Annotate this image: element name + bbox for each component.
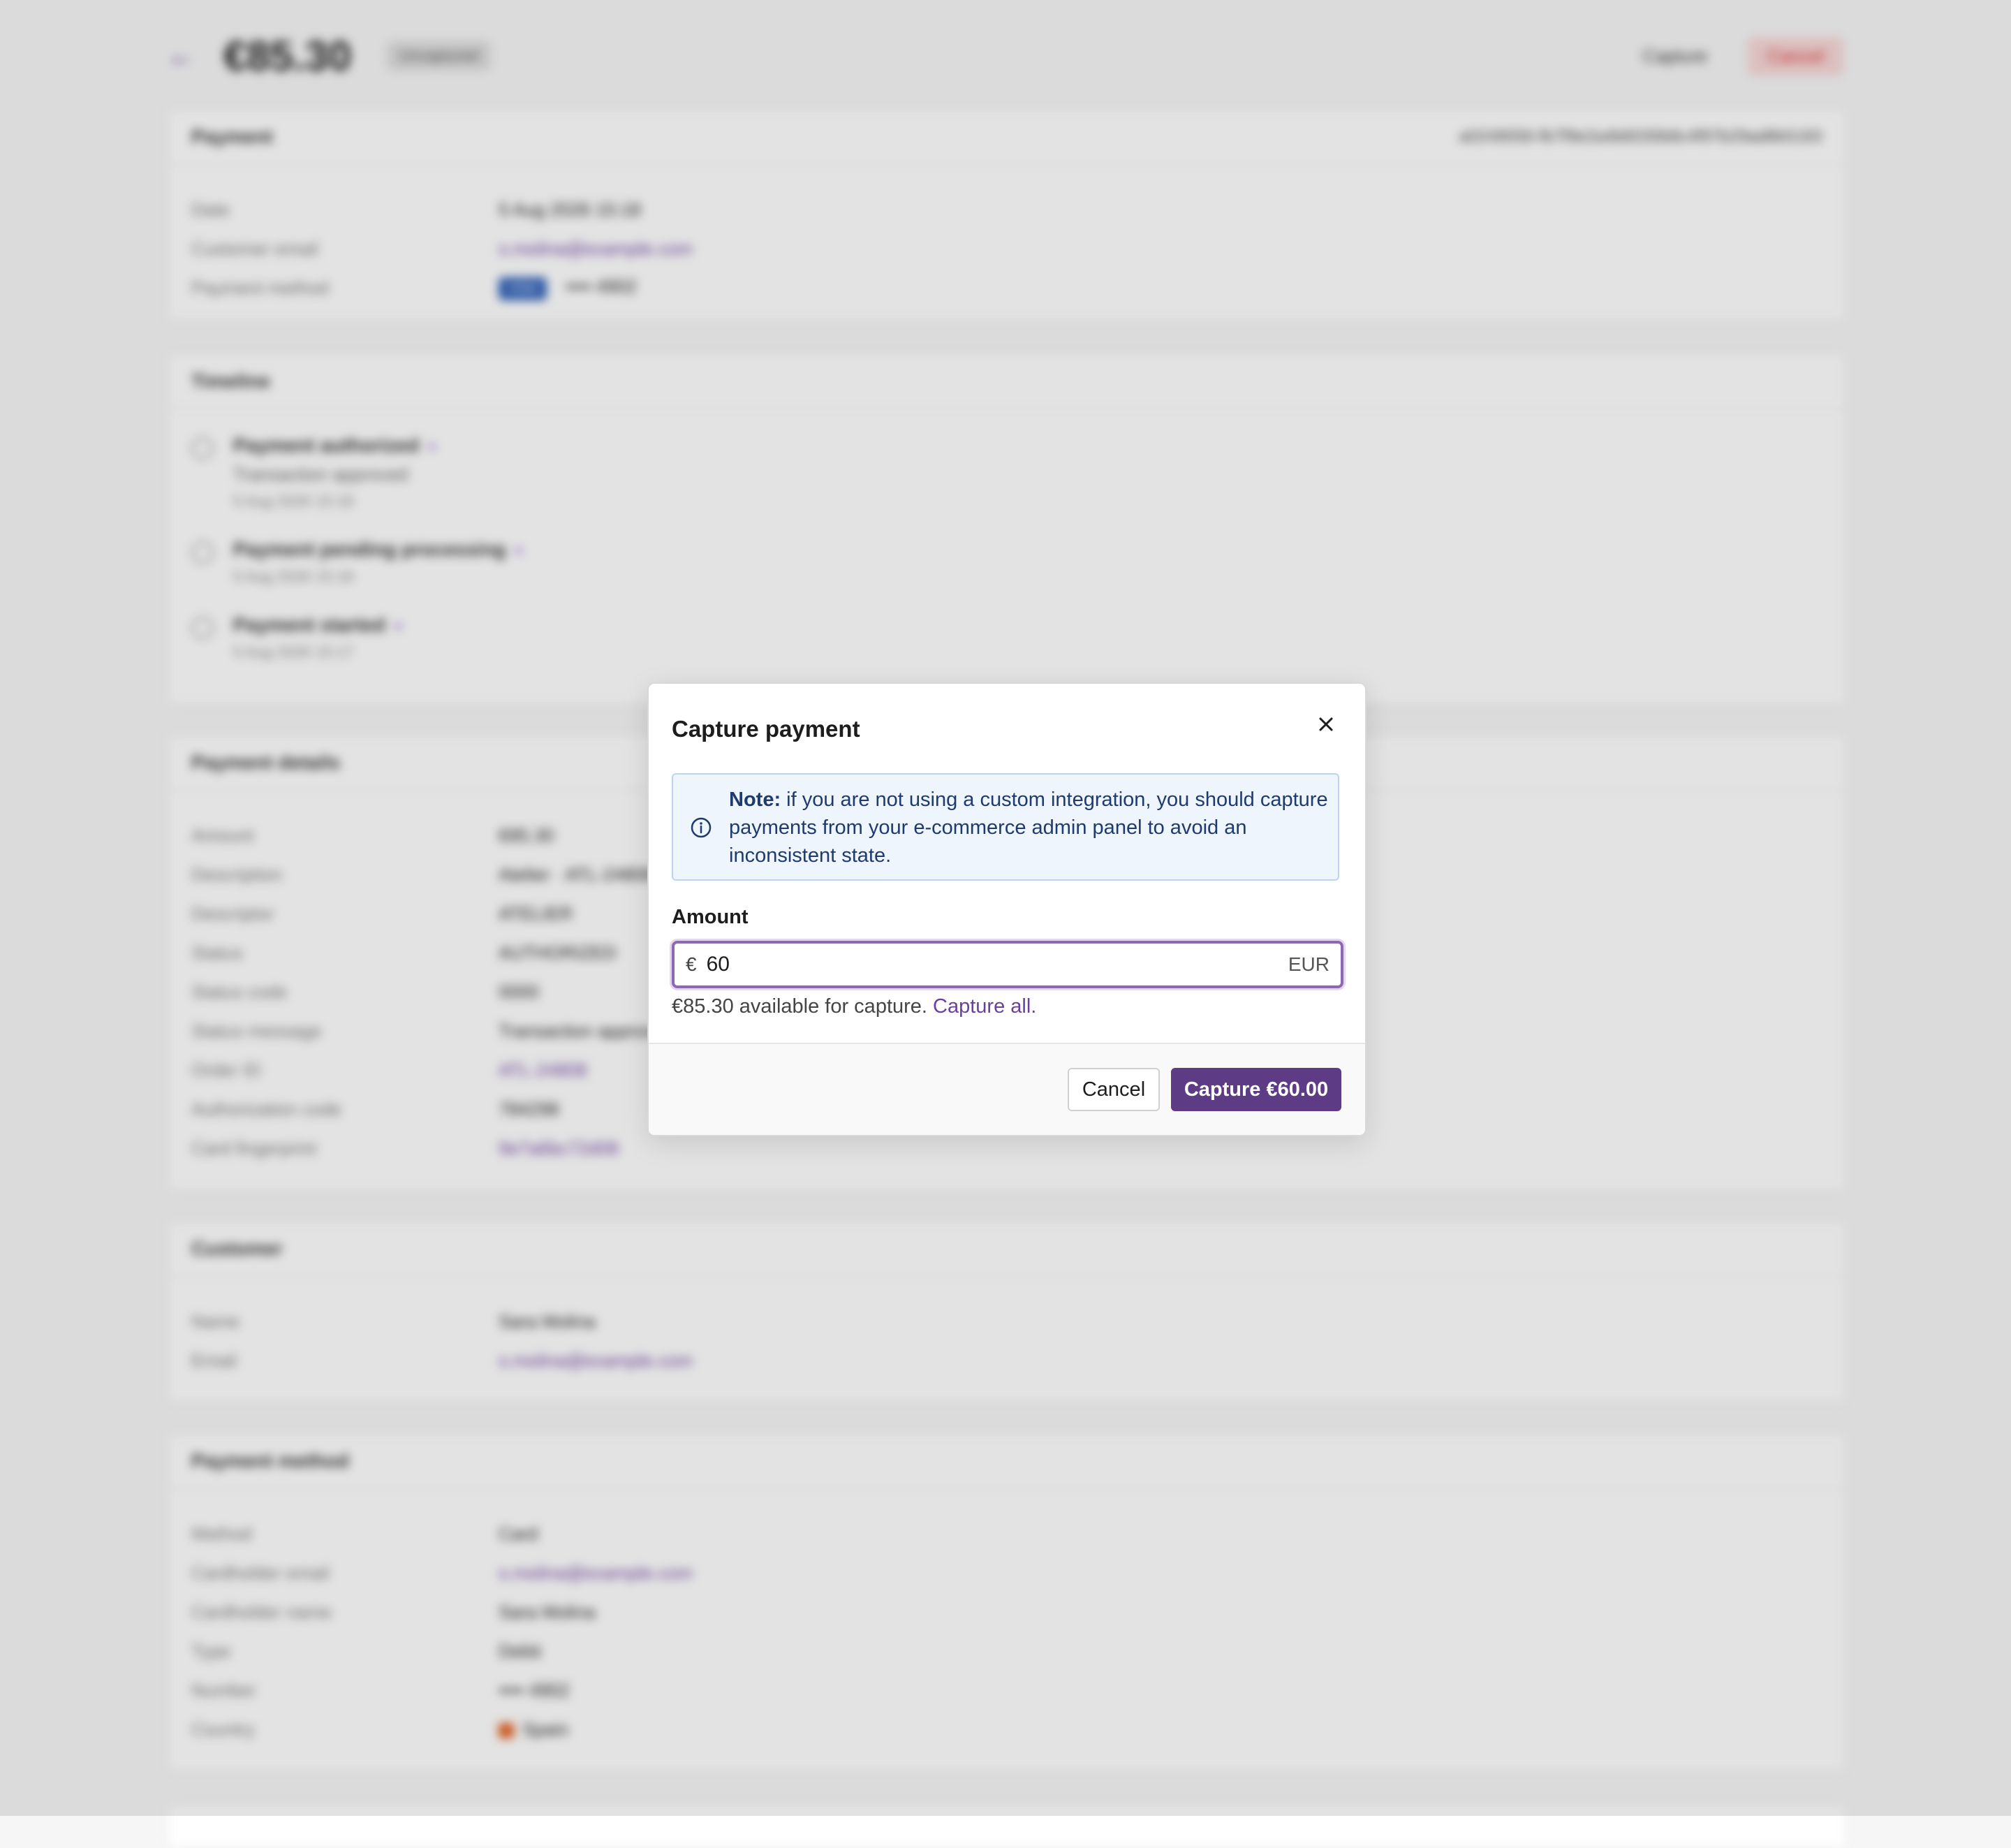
capture-all-link[interactable]: Capture all. [933, 995, 1036, 1018]
capture-payment-modal: Capture payment Note: if you are not usi… [647, 682, 1367, 1136]
note-callout: Note: if you are not using a custom inte… [672, 773, 1339, 881]
note-label: Note: [729, 789, 781, 811]
currency-code: EUR [1288, 953, 1329, 975]
note-body: if you are not using a custom integratio… [729, 789, 1328, 867]
capture-button[interactable]: Capture €60.00 [1171, 1068, 1341, 1111]
modal-footer: Cancel Capture €60.00 [649, 1043, 1365, 1135]
modal-title: Capture payment [672, 716, 860, 742]
cancel-button[interactable]: Cancel [1068, 1068, 1160, 1111]
amount-field[interactable]: € EUR [672, 941, 1343, 988]
amount-input[interactable] [705, 952, 1288, 977]
note-text: Note: if you are not using a custom inte… [729, 786, 1329, 870]
info-icon [690, 816, 712, 839]
amount-label: Amount [672, 906, 749, 928]
available-amount-text: €85.30 available for capture. [672, 995, 927, 1018]
amount-help-text: €85.30 available for capture. Capture al… [672, 995, 1036, 1018]
currency-symbol: € [686, 953, 697, 975]
close-icon[interactable] [1313, 712, 1339, 737]
